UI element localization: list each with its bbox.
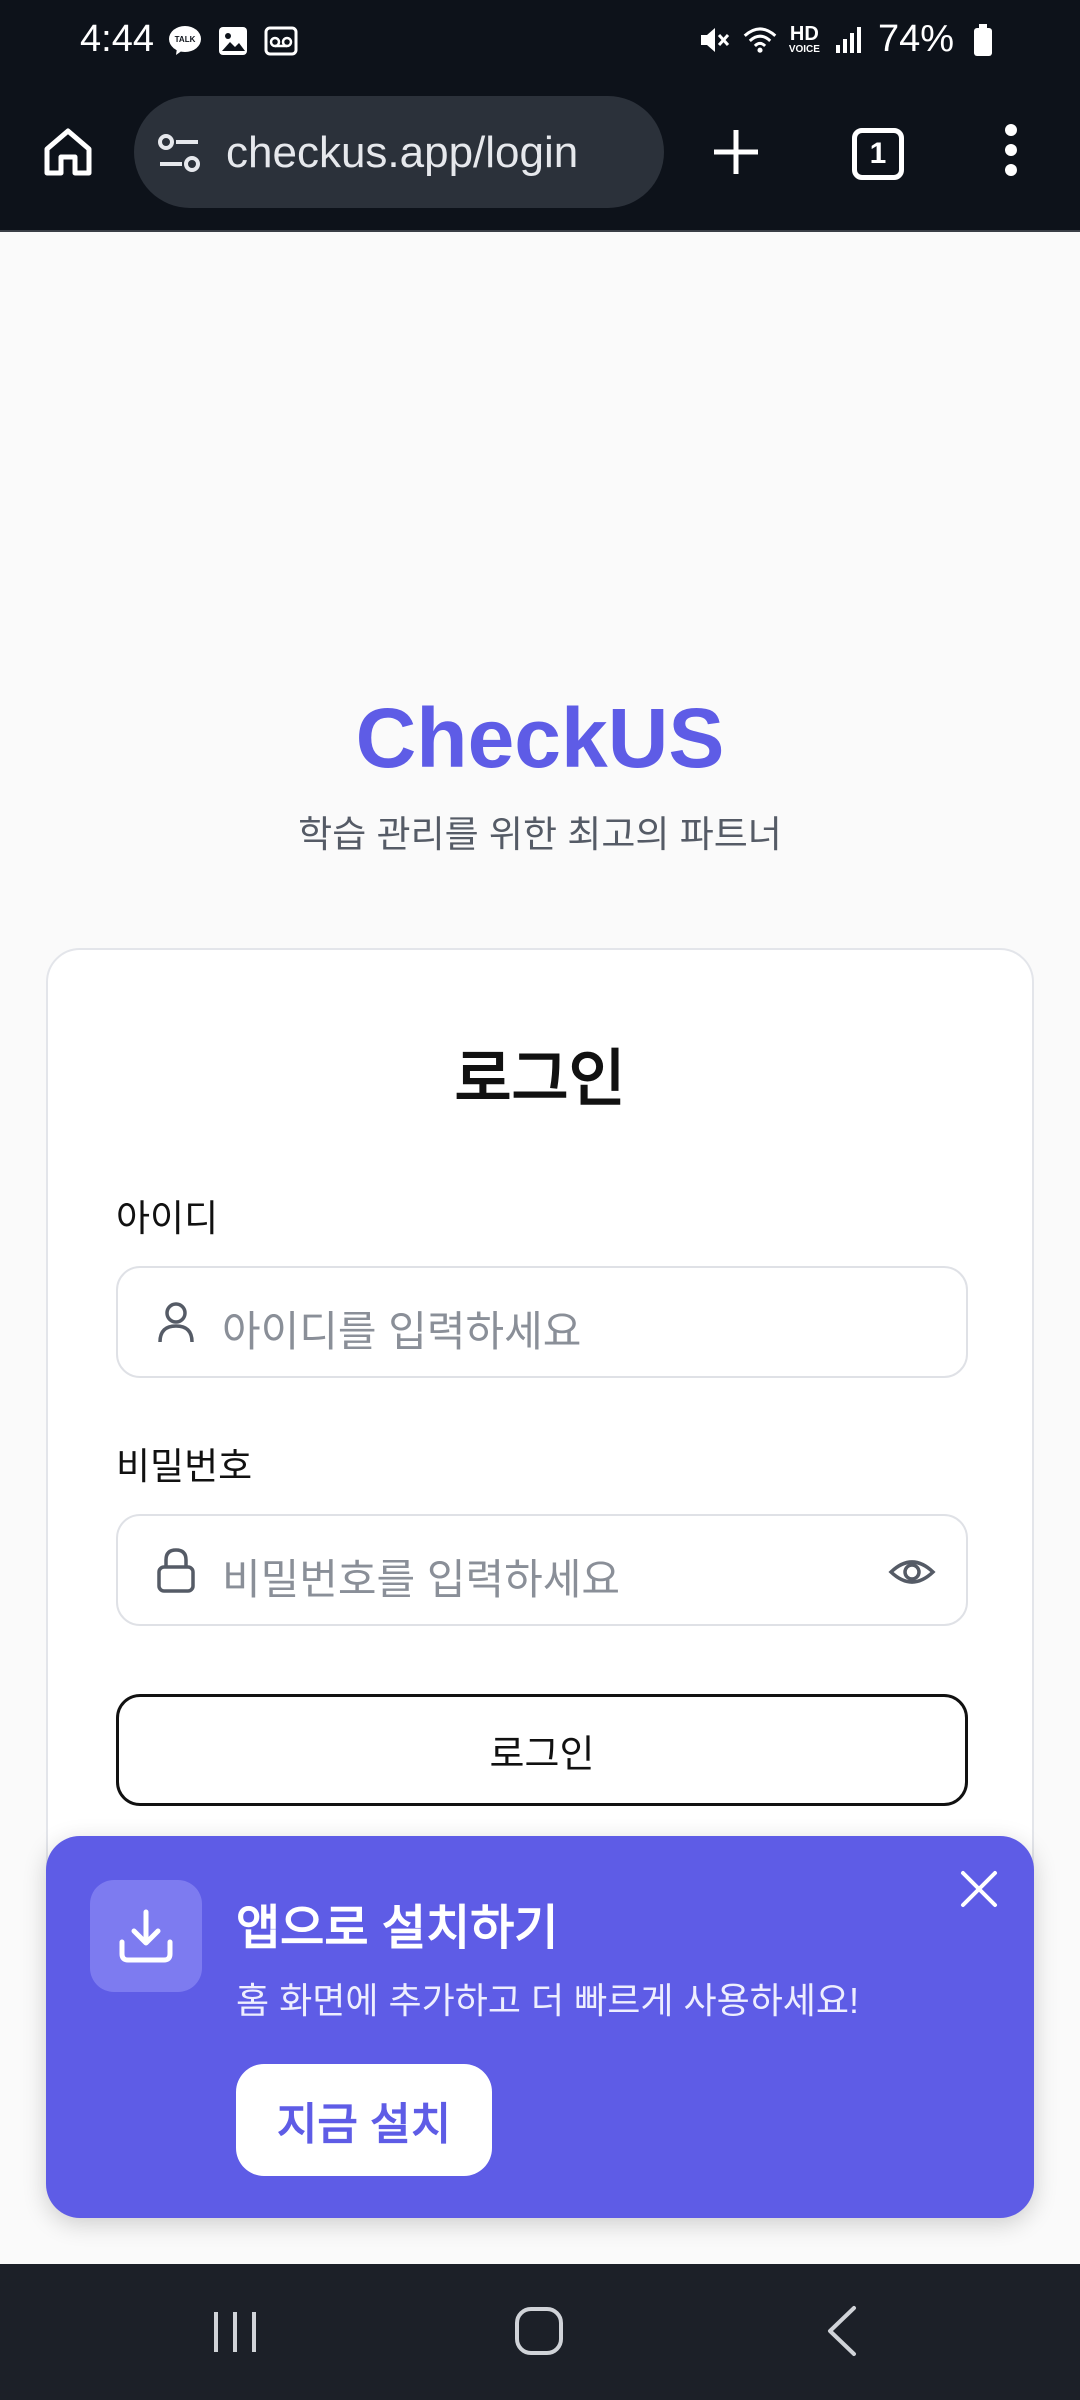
recents-icon[interactable]	[210, 2308, 260, 2356]
status-time: 4:44	[80, 18, 154, 60]
password-input[interactable]: 비밀번호를 입력하세요	[116, 1514, 968, 1626]
install-now-label: 지금 설치	[276, 2100, 452, 2149]
id-placeholder: 아이디를 입력하세요	[222, 1308, 582, 1355]
svg-text:TALK: TALK	[175, 35, 196, 44]
install-now-button[interactable]: 지금 설치	[236, 2064, 492, 2176]
brand-title: CheckUS	[355, 691, 725, 785]
tab-switcher-button[interactable]: 1	[852, 128, 904, 180]
status-right: HD VOICE 74%	[697, 18, 1000, 61]
signal-icon	[832, 23, 866, 57]
brand-tagline: 학습 관리를 위한 최고의 파트너	[298, 814, 782, 855]
voicemail-icon	[264, 24, 298, 58]
hd-voice-bottom: VOICE	[788, 43, 820, 55]
url-text[interactable]: checkus.app/login	[226, 128, 578, 178]
user-icon	[158, 1302, 194, 1343]
home-button[interactable]	[36, 120, 100, 184]
lock-icon	[157, 1548, 195, 1593]
install-title: 앱으로 설치하기	[236, 1902, 559, 1955]
login-button-label: 로그인	[489, 1733, 595, 1776]
eye-icon[interactable]	[888, 1548, 936, 1596]
home-nav-icon[interactable]	[512, 2304, 566, 2358]
install-banner: 앱으로 설치하기 홈 화면에 추가하고 더 빠르게 사용하세요! 지금 설치	[46, 1836, 1034, 2218]
close-icon	[961, 1871, 997, 1907]
id-label: 아이디	[116, 1198, 219, 1239]
url-bar[interactable]: checkus.app/login	[134, 96, 664, 208]
install-icon-container	[90, 1880, 202, 1992]
gallery-icon	[216, 24, 250, 58]
login-button[interactable]: 로그인	[116, 1694, 968, 1806]
plus-icon	[714, 130, 758, 174]
status-left-icons: TALK	[168, 24, 298, 58]
login-title: 로그인	[454, 1045, 626, 1114]
battery-percent: 74%	[877, 18, 954, 60]
back-icon[interactable]	[822, 2304, 862, 2358]
install-description: 홈 화면에 추가하고 더 빠르게 사용하세요!	[236, 1980, 860, 2021]
battery-icon	[966, 23, 1000, 57]
system-nav-bar	[0, 2264, 1080, 2400]
close-banner-button[interactable]	[954, 1864, 1004, 1914]
new-tab-button[interactable]	[704, 120, 768, 184]
site-settings-icon[interactable]	[156, 130, 202, 176]
password-label: 비밀번호	[116, 1446, 253, 1487]
hd-voice-top: HD	[789, 22, 819, 45]
password-placeholder: 비밀번호를 입력하세요	[222, 1556, 621, 1603]
browser-menu-button[interactable]	[996, 118, 1026, 182]
hd-voice-icon: HD VOICE	[789, 24, 820, 56]
browser-toolbar: checkus.app/login 1	[0, 86, 1080, 232]
tab-count: 1	[869, 137, 887, 170]
home-icon	[44, 128, 92, 176]
mute-icon	[697, 23, 731, 57]
download-icon	[119, 1909, 173, 1963]
kakaotalk-talk-icon: TALK	[168, 24, 202, 58]
login-card: 로그인 아이디 아이디를 입력하세요 비밀번호 비밀번호를 입력하세요 로그인	[46, 948, 1034, 1958]
id-input[interactable]: 아이디를 입력하세요	[116, 1266, 968, 1378]
wifi-icon	[743, 23, 777, 57]
status-bar: 4:44 TALK HD VOICE 74%	[0, 0, 1080, 86]
more-vertical-icon	[1005, 124, 1017, 176]
